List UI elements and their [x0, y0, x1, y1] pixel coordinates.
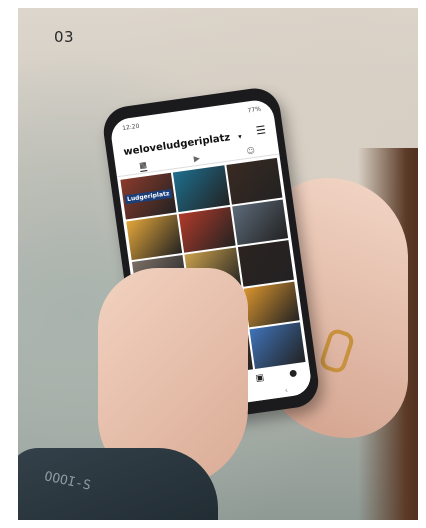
post-tile[interactable]: Ludgeriplatz: [120, 172, 177, 220]
grid-icon[interactable]: ▦: [138, 159, 148, 172]
post-tile[interactable]: [237, 240, 294, 287]
shop-icon[interactable]: ▣: [255, 373, 265, 384]
post-tile[interactable]: [226, 157, 283, 205]
post-tile[interactable]: [178, 206, 236, 253]
sleeve: OOOI-S: [18, 448, 218, 520]
sleeve-print: OOOI-S: [42, 469, 93, 494]
status-battery: 77%: [247, 105, 262, 115]
tile-label: Ludgeriplatz: [124, 188, 172, 205]
post-tile[interactable]: [126, 213, 183, 261]
back-icon[interactable]: ‹: [284, 385, 288, 394]
page-number: 03: [54, 28, 75, 46]
reels-icon[interactable]: ▶: [193, 153, 200, 163]
post-tile[interactable]: [243, 281, 300, 328]
hamburger-menu-icon[interactable]: ☰: [255, 123, 267, 137]
chevron-down-icon[interactable]: ▾: [238, 132, 243, 140]
photo: 03 12:20 77% weloveludgeriplatz ▾ ☰ ▦ ▶ …: [18, 8, 418, 520]
post-tile[interactable]: [173, 165, 230, 212]
post-tile[interactable]: [249, 322, 306, 370]
post-tile[interactable]: [231, 199, 289, 246]
profile-icon[interactable]: ●: [289, 368, 298, 379]
status-time: 12:20: [121, 122, 140, 133]
tagged-icon[interactable]: ☺: [246, 145, 256, 155]
